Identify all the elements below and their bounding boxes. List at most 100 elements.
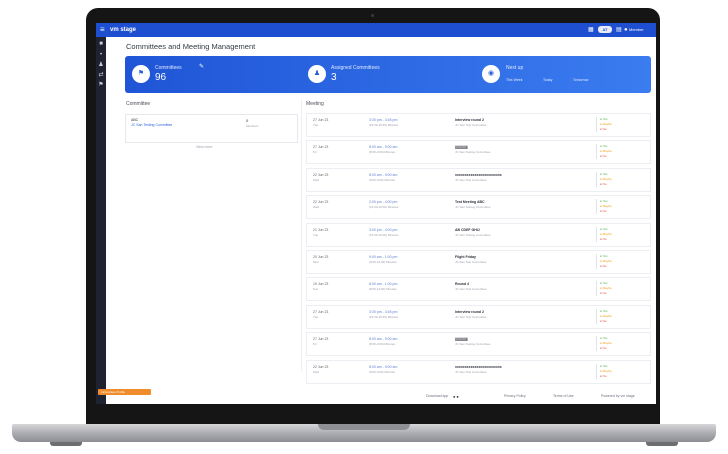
share-icon[interactable]: ⇄ [98, 72, 104, 78]
committees-count: 96 [155, 72, 167, 83]
flag-icon[interactable]: ⚑ [98, 82, 104, 88]
flag-icon: ⚑ [132, 65, 150, 83]
meeting-duration: (8:00-13:00) Minutes [369, 287, 397, 292]
rsvp-label: Yes [602, 336, 608, 341]
page-title: Committees and Meeting Management [126, 42, 256, 51]
meeting-committee: JC San Test Committee [455, 314, 487, 319]
rsvp-option[interactable]: ● No [600, 154, 607, 158]
status-divider [596, 363, 597, 379]
laptop-foot-right [646, 442, 678, 446]
app-brand[interactable]: vm stage [110, 26, 136, 34]
rsvp-option[interactable]: ● Yes [600, 281, 608, 285]
rsvp-option[interactable]: ● Yes [600, 309, 608, 313]
rsvp-option[interactable]: ● Yes [600, 199, 608, 203]
rsvp-option[interactable]: ● No [600, 182, 607, 186]
status-divider [596, 117, 597, 132]
meeting-duration: (15:00-16:00) Minutes [369, 232, 399, 237]
rsvp-label: No [602, 127, 607, 131]
rsvp-option[interactable]: ● Maybe [600, 369, 612, 373]
rsvp-option[interactable]: ● Maybe [600, 259, 612, 263]
meeting-committee: JC San Test Committee [455, 287, 487, 292]
meeting-row[interactable]: 22 Jun 23 Wed 2:00 pm - 4:00 pm (14:00-16:0… [306, 195, 651, 220]
rsvp-label: Maybe [602, 368, 612, 373]
view-more-link[interactable]: View more [196, 145, 212, 150]
hamburger-icon[interactable]: ≡ [100, 25, 105, 35]
status-divider [596, 199, 597, 215]
rsvp-option[interactable]: ● Maybe [600, 149, 612, 153]
edit-icon[interactable]: ✎ [199, 63, 204, 71]
meeting-row[interactable]: 20 Jun 23 Mon 9:00 am - 1:00 pm (9:00-13:00… [306, 249, 651, 274]
document-icon[interactable]: ▤ [616, 26, 622, 34]
rsvp-option[interactable]: ● Yes [600, 336, 608, 340]
meeting-committee: JC San Test Committee [455, 177, 487, 182]
meeting-committee: JC San Test Committee [455, 259, 487, 264]
rsvp-label: Maybe [602, 286, 612, 291]
avatar[interactable]: ● [624, 26, 628, 34]
meeting-section-title: Meeting [306, 101, 324, 107]
meeting-committee: JC San Testing Committee [455, 205, 491, 210]
meeting-row[interactable]: 19 Jun 23 Sun 8:00 am - 1:00 pm (8:00-13:00… [306, 277, 651, 302]
terms-link[interactable]: Terms of Use [553, 394, 574, 399]
rsvp-option[interactable]: ● No [600, 209, 607, 213]
meeting-row[interactable]: 27 Jun 23 Tue 3:30 pm - 3:45 pm (15:30-15:4… [306, 113, 651, 137]
rsvp-option[interactable]: ● Maybe [600, 286, 612, 290]
rsvp-option[interactable]: ● Yes [600, 227, 608, 231]
committee-card[interactable]: ABC JC San Testing Committee 0 Members [125, 114, 298, 143]
app-store-icons[interactable]: ●● [453, 395, 460, 399]
home-icon[interactable]: ■ [98, 41, 104, 47]
rsvp-option[interactable]: ● No [600, 346, 607, 350]
next-tomorrow[interactable]: Tomorrow [573, 78, 588, 83]
org-badge[interactable]: AT [598, 26, 612, 33]
meeting-row[interactable]: 27 Jun 23 Tue 3:30 pm - 3:45 pm (15:30-15:4… [306, 304, 651, 329]
meeting-day: Tue [313, 123, 319, 127]
meeting-duration: (9:00-13:00) Minutes [369, 259, 397, 264]
rsvp-option[interactable]: ● Yes [600, 117, 608, 121]
rsvp-option[interactable]: ● No [600, 374, 607, 378]
meeting-duration: (15:30-15:45) Minutes [369, 314, 399, 319]
meeting-duration: (8:00-9:00) Minutes [369, 342, 396, 347]
rsvp-option[interactable]: ● Yes [600, 172, 608, 176]
meeting-day: Mon [313, 259, 319, 264]
meeting-committee: JC San Testing Committee [455, 150, 491, 155]
sidebar: ■ • ♟ ⇄ ⚑ [96, 37, 106, 404]
next-today[interactable]: Today [543, 78, 552, 83]
rsvp-label: Maybe [602, 258, 612, 263]
rsvp-option[interactable]: ● Yes [600, 364, 608, 368]
incomplete-profile-badge[interactable]: Incomplete Profile [98, 389, 151, 395]
meeting-committee: JC San Testing Committee [455, 232, 491, 237]
rsvp-option[interactable]: ● Maybe [600, 341, 612, 345]
status-divider [596, 253, 597, 269]
meeting-row[interactable]: 22 Jun 23 Wed 8:00 am - 9:00 am (8:00-9:00)… [306, 167, 651, 192]
laptop-notch [318, 424, 410, 430]
meeting-duration: (15:30-15:45) Minutes [369, 123, 399, 127]
meeting-committee: JC San Test Committee [455, 123, 487, 127]
meeting-row[interactable]: 22 Jun 23 Wed 8:00 am - 9:00 am (8:00-9:00)… [306, 359, 651, 384]
rsvp-option[interactable]: ● No [600, 264, 607, 268]
meeting-row[interactable]: 27 Jun 23 Fri 8:00 am - 9:00 am (8:00-9:00)… [306, 332, 651, 357]
rsvp-option[interactable]: ● Maybe [600, 314, 612, 318]
rsvp-option[interactable]: ● Yes [600, 254, 608, 258]
rsvp-label: Maybe [602, 313, 612, 318]
dot-icon[interactable]: • [98, 52, 104, 58]
meeting-row[interactable]: 27 Jun 23 Fri 8:00 am - 9:00 am (8:00-9:00)… [306, 140, 651, 165]
privacy-link[interactable]: Privacy Policy [504, 394, 526, 399]
next-this-week[interactable]: This Week [506, 78, 522, 83]
rsvp-option[interactable]: ● Maybe [600, 122, 612, 126]
user-name[interactable]: Member [629, 27, 644, 33]
people-icon[interactable]: ♟ [98, 62, 104, 68]
committee-subtitle[interactable]: JC San Testing Committee [131, 123, 172, 128]
rsvp-option[interactable]: ● Yes [600, 144, 608, 148]
rsvp-label: Yes [602, 226, 608, 231]
committees-label[interactable]: Committees [155, 65, 182, 72]
rsvp-option[interactable]: ● Maybe [600, 204, 612, 208]
rsvp-option[interactable]: ● No [600, 319, 607, 323]
rsvp-option[interactable]: ● Maybe [600, 177, 612, 181]
rsvp-option[interactable]: ● No [600, 291, 607, 295]
rsvp-option[interactable]: ● No [600, 127, 607, 131]
grid-icon[interactable]: ▦ [588, 26, 594, 34]
rsvp-label: Yes [602, 171, 608, 176]
assigned-label[interactable]: Assigned Committees [331, 65, 380, 72]
rsvp-option[interactable]: ● Maybe [600, 232, 612, 236]
meeting-row[interactable]: 21 Jun 23 Tue 3:00 pm - 4:00 pm (15:00-16:0… [306, 222, 651, 247]
rsvp-option[interactable]: ● No [600, 237, 607, 241]
